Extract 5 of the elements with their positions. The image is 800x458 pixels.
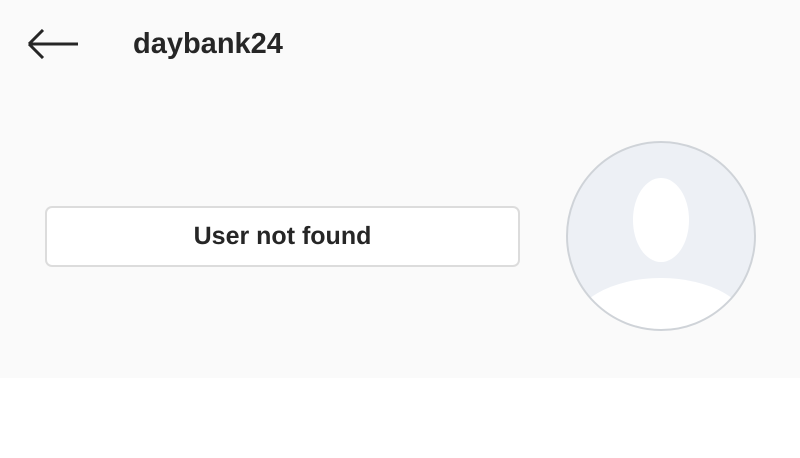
status-button[interactable]: User not found (45, 206, 520, 266)
back-arrow-icon (27, 29, 79, 59)
username-title: daybank24 (133, 28, 283, 60)
avatar-placeholder-icon (565, 140, 757, 332)
back-button[interactable] (26, 29, 80, 59)
